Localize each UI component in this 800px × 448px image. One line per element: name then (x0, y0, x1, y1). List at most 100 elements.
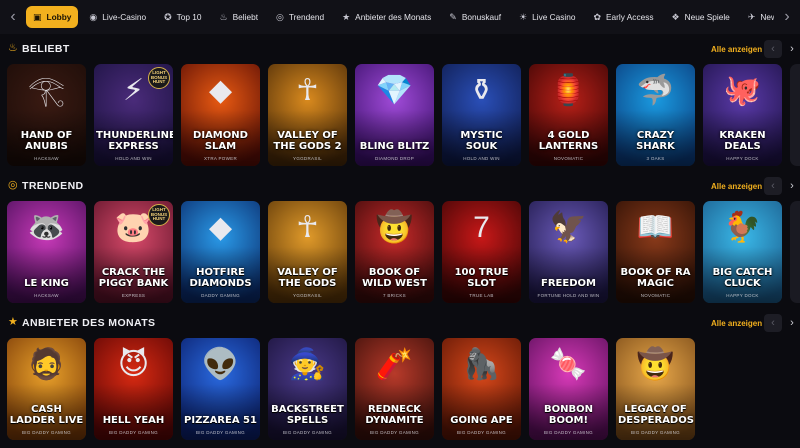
game-tile[interactable]: 💎 Bling Blitz Diamond Drop (355, 64, 434, 166)
game-tile[interactable]: 🧙 Backstreet Spells Big Daddy Gaming (268, 338, 347, 440)
nav-item-live-casino[interactable]: ☀ Live Casino (512, 6, 582, 28)
star-icon: ★ (8, 316, 18, 328)
nav-prev-button[interactable]: ‹ (0, 0, 26, 34)
game-tile[interactable]: 𓂀 Hand of Anubis Hacksaw (7, 64, 86, 166)
nav-item-label: Beliebt (232, 12, 258, 22)
game-tile[interactable]: ☥ Valley of the Gods Yggdrasil (268, 201, 347, 303)
game-tile[interactable]: 🦅 Freedom Fortune Hold and Win (529, 201, 608, 303)
game-tile[interactable]: 7 100 True Slot True Lab (442, 201, 521, 303)
section-beliebt: ♨ BELIEBT Alle anzeigen ‹ › 𓂀 Hand of Anubis Ha… (0, 40, 800, 168)
bonus-hunt-badge: LIGHT BONUS HUNT (148, 204, 170, 226)
game-art-symbol: 💎 (375, 74, 414, 107)
section-anbieter-des-monats: ★ ANBIETER DES MONATS Alle anzeigen ‹ › 🧔 Cash… (0, 314, 800, 442)
game-art-symbol: ◆ (208, 74, 233, 107)
game-art-symbol: 🤠 (636, 348, 675, 381)
game-tile[interactable]: ☥ Valley of the Gods 2 Yggdrasil (268, 64, 347, 166)
game-title: Valley of the Gods (277, 267, 338, 289)
game-tile[interactable]: ◆ Diamond Slam Xtra Power (181, 64, 260, 166)
game-art-symbol: 𓂀 (27, 74, 66, 107)
game-tile[interactable]: 🐓 Big Catch Cluck Happy Dock (703, 201, 782, 303)
game-art-symbol: 📖 (636, 211, 675, 244)
bonus-hunt-badge: LIGHT BONUS HUNT (148, 67, 170, 89)
game-tile[interactable]: 🦍 Going Ape Big Daddy Gaming (442, 338, 521, 440)
section-title: ANBIETER DES MONATS (22, 317, 156, 329)
game-tile[interactable]: 🐙 Kraken Deals Happy Dock (703, 64, 782, 166)
game-art-symbol: 🦅 (549, 211, 588, 244)
game-title: Going Ape (450, 414, 513, 426)
chevron-right-icon: › (790, 317, 794, 329)
bonus-icon: ✎ (449, 11, 457, 22)
game-tile[interactable]: 🦝 Le King Hacksaw (7, 201, 86, 303)
game-tile[interactable]: 🏮 4 Gold Lanterns Novomatic (529, 64, 608, 166)
game-provider: Novomatic (553, 156, 584, 161)
game-art-symbol: 🧙 (288, 348, 327, 381)
chevron-right-icon: › (790, 180, 794, 192)
game-title: Hand of Anubis (20, 130, 73, 152)
game-tile[interactable]: ⚱ Mystic Souk Hold and Win (442, 64, 521, 166)
game-title: Hell Yeah (102, 414, 165, 426)
game-tile[interactable]: 🧔 Cash Ladder Live Big Daddy Gaming (7, 338, 86, 440)
game-title: Thunderline Express (96, 130, 173, 152)
game-title: Redneck Dynamite (365, 404, 424, 426)
game-row: 𓂀 Hand of Anubis Hacksaw ⚡ LIGHT BONUS HUNT T… (0, 64, 800, 166)
game-title: 4 Gold Lanterns (538, 130, 599, 152)
game-provider: Yggdrasil (293, 156, 322, 161)
section-prev-button[interactable]: ‹ (764, 177, 782, 195)
game-tile[interactable]: 🍬 Bonbon Boom! Big Daddy Gaming (529, 338, 608, 440)
nav-item-trendend[interactable]: ◎ Trendend (269, 6, 331, 28)
game-tile[interactable]: 😈 Hell Yeah Big Daddy Gaming (94, 338, 173, 440)
game-tile[interactable]: 👽 Pizzarea 51 Big Daddy Gaming (181, 338, 260, 440)
game-provider: Big Daddy Gaming (109, 430, 158, 435)
section-header: ♨ BELIEBT Alle anzeigen ‹ › (0, 40, 800, 60)
game-title: Legacy of Desperados (618, 404, 694, 426)
game-provider: Big Daddy Gaming (457, 430, 506, 435)
game-art-symbol: ☥ (296, 211, 319, 244)
show-all-link[interactable]: Alle anzeigen (711, 319, 762, 328)
next-game-tile-peek[interactable] (790, 201, 800, 303)
nav-item-lobby[interactable]: ▣ Lobby (26, 6, 79, 28)
game-provider: Big Daddy Gaming (370, 430, 419, 435)
medal-icon: ✪ (164, 11, 172, 22)
game-tile[interactable]: ◆ Hotfire Diamonds Daddy Gaming (181, 201, 260, 303)
section-prev-button[interactable]: ‹ (764, 314, 782, 332)
game-tile[interactable]: 🤠 Book of Wild West 7 Bricks (355, 201, 434, 303)
section-prev-button[interactable]: ‹ (764, 40, 782, 58)
nav-item-early-access[interactable]: ✿ Early Access (586, 6, 660, 28)
game-art-symbol: 🐓 (723, 211, 762, 244)
section-title: BELIEBT (22, 43, 70, 55)
game-tile[interactable]: 📖 Book of Ra Magic Novomatic (616, 201, 695, 303)
next-game-tile-peek[interactable] (790, 64, 800, 166)
nav-item-beliebt[interactable]: ♨ Beliebt (213, 6, 265, 28)
game-tile[interactable]: 🤠 Legacy of Desperados Big Daddy Gaming (616, 338, 695, 440)
game-provider: Hacksaw (34, 293, 59, 298)
game-title: Book of Wild West (362, 267, 427, 289)
game-tile[interactable]: 🐷 LIGHT BONUS HUNT Crack the Piggy Bank Exp… (94, 201, 173, 303)
show-all-link[interactable]: Alle anzeigen (711, 182, 762, 191)
section-next-button[interactable]: › (783, 177, 800, 195)
game-row: 🧔 Cash Ladder Live Big Daddy Gaming 😈 Hell Y… (0, 338, 800, 440)
chevron-left-icon: ‹ (771, 43, 775, 55)
nav-item-live-casino[interactable]: ◉ Live-Casino (82, 6, 153, 28)
nav-item-label: Live-Casino (102, 12, 147, 22)
early-access-icon: ✿ (593, 11, 602, 22)
nav-item-top-10[interactable]: ✪ Top 10 (157, 6, 208, 28)
section-next-button[interactable]: › (783, 314, 800, 332)
nav-item-bonuskauf[interactable]: ✎ Bonuskauf (442, 6, 508, 28)
game-art-symbol: 🧨 (375, 348, 414, 381)
game-provider: Big Daddy Gaming (283, 430, 332, 435)
section-next-button[interactable]: › (783, 40, 800, 58)
nav-item-label: Early Access (606, 12, 654, 22)
game-tile[interactable]: 🦈 Crazy Shark 3 Oaks (616, 64, 695, 166)
game-tile[interactable]: 🧨 Redneck Dynamite Big Daddy Gaming (355, 338, 434, 440)
game-provider: True Lab (469, 293, 494, 298)
nav-item-neue-spiele[interactable]: ❖ Neue Spiele (665, 6, 737, 28)
show-all-link[interactable]: Alle anzeigen (711, 45, 762, 54)
nav-items: ▣ Lobby ◉ Live-Casino ✪ Top 10 ♨ Beliebt ◎ Trende… (26, 0, 800, 34)
nav-item-anbieter-des-monats[interactable]: ★ Anbieter des Monats (335, 6, 438, 28)
game-title: Crazy Shark (636, 130, 675, 152)
game-title: Backstreet Spells (271, 404, 344, 426)
game-title: Kraken Deals (719, 130, 766, 152)
game-tile[interactable]: ⚡ LIGHT BONUS HUNT Thunderline Express Hold… (94, 64, 173, 166)
game-art-symbol: ◆ (208, 211, 233, 244)
nav-next-button[interactable]: › (774, 0, 800, 34)
